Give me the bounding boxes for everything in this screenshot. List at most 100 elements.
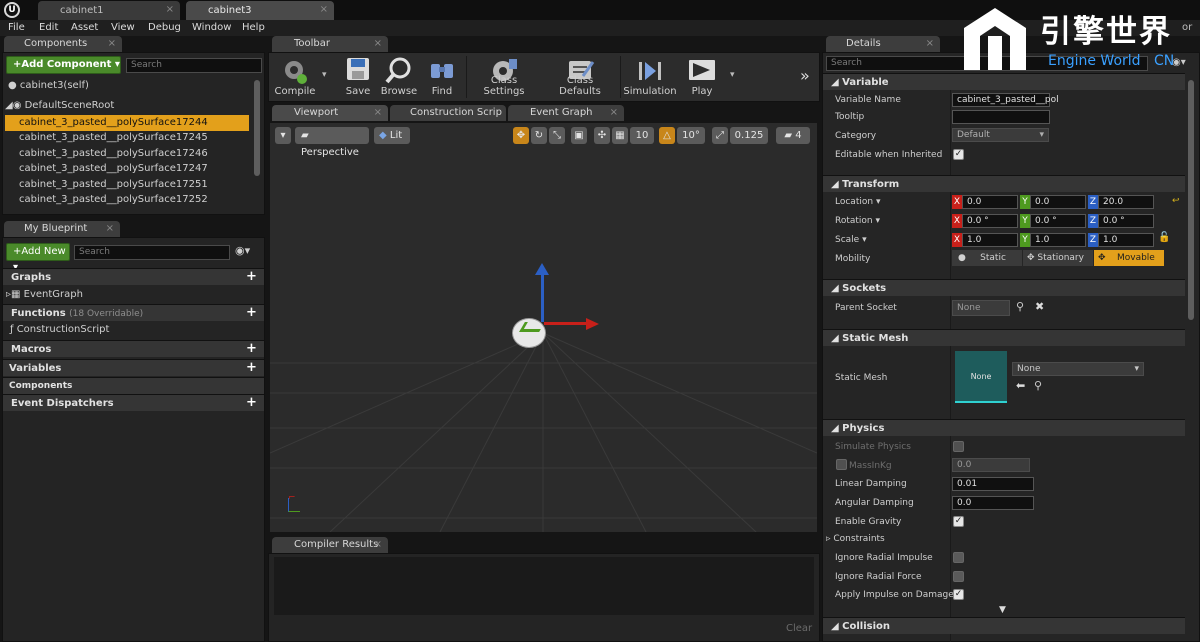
apply-impulse-checkbox[interactable]: ✓ bbox=[953, 589, 964, 600]
gizmo-z-axis[interactable] bbox=[541, 270, 544, 322]
linear-damping-input[interactable]: 0.01 bbox=[952, 477, 1034, 491]
world-local-icon[interactable]: ▣ bbox=[571, 127, 587, 144]
graph-eventgraph[interactable]: ▹▦ EventGraph bbox=[6, 287, 83, 303]
rotation-z-input[interactable]: 0.0 ° bbox=[1098, 214, 1154, 228]
find-button[interactable]: Find bbox=[422, 52, 462, 100]
static-mesh-section-header[interactable]: ◢ Static Mesh bbox=[823, 329, 1185, 346]
tooltip-input[interactable] bbox=[952, 110, 1050, 124]
menu-debug[interactable]: Debug bbox=[148, 20, 181, 36]
category-dropdown[interactable]: Default ▾ bbox=[952, 128, 1049, 142]
use-selected-arrow-icon[interactable]: ⬅ bbox=[1016, 379, 1025, 392]
camera-speed-button[interactable]: ▰ 4 bbox=[776, 127, 810, 144]
location-label[interactable]: Location ▾ bbox=[835, 197, 880, 207]
component-default-scene-root[interactable]: ◢◉ DefaultSceneRoot bbox=[5, 98, 245, 114]
component-item[interactable]: cabinet_3_pasted__polySurface17246 bbox=[5, 146, 249, 162]
components-search-input[interactable]: Search bbox=[126, 58, 262, 73]
save-button[interactable]: Save bbox=[338, 52, 378, 100]
toolbar-overflow-icon[interactable]: » bbox=[800, 66, 810, 85]
class-defaults-button[interactable]: Class Defaults bbox=[545, 52, 615, 100]
tab-event-graph[interactable]: Event Graph × bbox=[508, 105, 624, 121]
scale-label[interactable]: Scale ▾ bbox=[835, 235, 867, 245]
function-construction-script[interactable]: ƒ ConstructionScript bbox=[10, 322, 109, 338]
eye-icon[interactable]: ◉▾ bbox=[235, 244, 250, 257]
transform-section-header[interactable]: ◢ Transform bbox=[823, 175, 1185, 192]
scale-y-input[interactable]: 1.0 bbox=[1030, 233, 1086, 247]
add-function-icon[interactable]: + bbox=[246, 306, 258, 319]
menu-help[interactable]: Help bbox=[242, 20, 265, 36]
menu-asset[interactable]: Asset bbox=[71, 20, 98, 36]
clear-button[interactable]: Clear bbox=[786, 623, 812, 634]
details-scrollbar[interactable] bbox=[1188, 80, 1194, 320]
close-icon[interactable]: × bbox=[106, 221, 114, 237]
reset-to-default-icon[interactable]: ↩ bbox=[1172, 196, 1180, 206]
rotation-snap-value[interactable]: 10° bbox=[677, 127, 705, 144]
expand-advanced-icon[interactable]: ▼ bbox=[999, 605, 1006, 615]
translate-tool-icon[interactable]: ✥ bbox=[513, 127, 529, 144]
close-icon[interactable]: × bbox=[374, 105, 382, 121]
scale-z-input[interactable]: 1.0 bbox=[1098, 233, 1154, 247]
component-item[interactable]: cabinet_3_pasted__polySurface17252 bbox=[5, 192, 249, 208]
location-z-input[interactable]: 20.0 bbox=[1098, 195, 1154, 209]
components-tab[interactable]: Components × bbox=[4, 36, 122, 52]
section-components[interactable]: Components bbox=[3, 377, 264, 394]
search-icon[interactable]: ⚲ bbox=[1016, 300, 1024, 313]
play-dropdown-icon[interactable]: ▾ bbox=[730, 70, 735, 80]
compile-button[interactable]: Compile bbox=[270, 52, 320, 100]
close-icon[interactable]: × bbox=[374, 537, 382, 553]
close-icon[interactable]: × bbox=[108, 36, 116, 52]
mobility-stationary-button[interactable]: ✥ Stationary bbox=[1023, 250, 1093, 266]
section-functions[interactable]: Functions (18 Overridable) + bbox=[3, 304, 264, 321]
location-y-input[interactable]: 0.0 bbox=[1030, 195, 1086, 209]
mass-input[interactable]: 0.0 bbox=[952, 458, 1030, 472]
parent-socket-field[interactable]: None bbox=[952, 300, 1010, 316]
section-macros[interactable]: Macros + bbox=[3, 340, 264, 357]
section-variables[interactable]: Variables + bbox=[3, 359, 264, 376]
details-tab[interactable]: Details × bbox=[826, 36, 940, 52]
scale-x-input[interactable]: 1.0 bbox=[962, 233, 1018, 247]
rotation-y-input[interactable]: 0.0 ° bbox=[1030, 214, 1086, 228]
menu-file[interactable]: File bbox=[8, 20, 25, 36]
rotation-snap-icon[interactable]: △ bbox=[659, 127, 675, 144]
gizmo-x-axis[interactable] bbox=[544, 322, 588, 325]
viewport-options-button[interactable]: ▾ bbox=[275, 127, 291, 144]
gizmo-z-arrow-icon[interactable] bbox=[535, 263, 549, 275]
menu-window[interactable]: Window bbox=[192, 20, 231, 36]
scale-snap-value[interactable]: 0.125 bbox=[730, 127, 768, 144]
ignore-radial-impulse-checkbox[interactable] bbox=[953, 552, 964, 563]
close-icon[interactable]: × bbox=[610, 105, 618, 121]
browse-asset-icon[interactable]: ⚲ bbox=[1034, 379, 1042, 392]
close-icon[interactable]: × bbox=[374, 36, 382, 52]
location-x-input[interactable]: 0.0 bbox=[962, 195, 1018, 209]
scale-tool-icon[interactable]: ⤡ bbox=[549, 127, 565, 144]
ignore-radial-force-checkbox[interactable] bbox=[953, 571, 964, 582]
browse-button[interactable]: Browse bbox=[378, 52, 420, 100]
tab-construction-script[interactable]: Construction Scrip bbox=[390, 105, 506, 121]
my-blueprint-tab[interactable]: My Blueprint × bbox=[4, 221, 120, 237]
add-new-button[interactable]: +Add New ▾ bbox=[6, 243, 70, 273]
rotate-tool-icon[interactable]: ↻ bbox=[531, 127, 547, 144]
grid-snap-value[interactable]: 10 bbox=[630, 127, 654, 144]
component-item[interactable]: cabinet_3_pasted__polySurface17247 bbox=[5, 161, 249, 177]
angular-damping-input[interactable]: 0.0 bbox=[952, 496, 1034, 510]
static-mesh-dropdown[interactable]: None ▾ bbox=[1012, 362, 1144, 376]
lock-icon[interactable]: 🔓 bbox=[1158, 232, 1170, 243]
add-macro-icon[interactable]: + bbox=[246, 342, 258, 355]
menu-edit[interactable]: Edit bbox=[39, 20, 58, 36]
constraints-row[interactable]: ▹ Constraints bbox=[826, 534, 885, 544]
close-icon[interactable]: × bbox=[926, 36, 934, 52]
section-graphs[interactable]: Graphs + bbox=[3, 268, 264, 285]
mobility-movable-button[interactable]: ✥ Movable bbox=[1094, 250, 1164, 266]
compile-dropdown-icon[interactable]: ▾ bbox=[322, 70, 327, 80]
rotation-label[interactable]: Rotation ▾ bbox=[835, 216, 880, 226]
rotation-x-input[interactable]: 0.0 ° bbox=[962, 214, 1018, 228]
component-item[interactable]: cabinet_3_pasted__polySurface17251 bbox=[5, 177, 249, 193]
simulation-button[interactable]: Simulation bbox=[622, 52, 678, 100]
compiler-results-tab[interactable]: Compiler Results × bbox=[272, 537, 388, 553]
surface-snap-icon[interactable]: ✣ bbox=[594, 127, 610, 144]
close-icon[interactable]: × bbox=[166, 4, 174, 15]
variable-name-input[interactable]: cabinet_3_pasted__pol bbox=[952, 93, 1059, 107]
component-item[interactable]: cabinet_3_pasted__polySurface17244 bbox=[5, 115, 249, 131]
play-button[interactable]: Play bbox=[680, 52, 724, 100]
grid-snap-icon[interactable]: ▦ bbox=[612, 127, 628, 144]
mobility-static-button[interactable]: ● Static bbox=[952, 250, 1022, 266]
